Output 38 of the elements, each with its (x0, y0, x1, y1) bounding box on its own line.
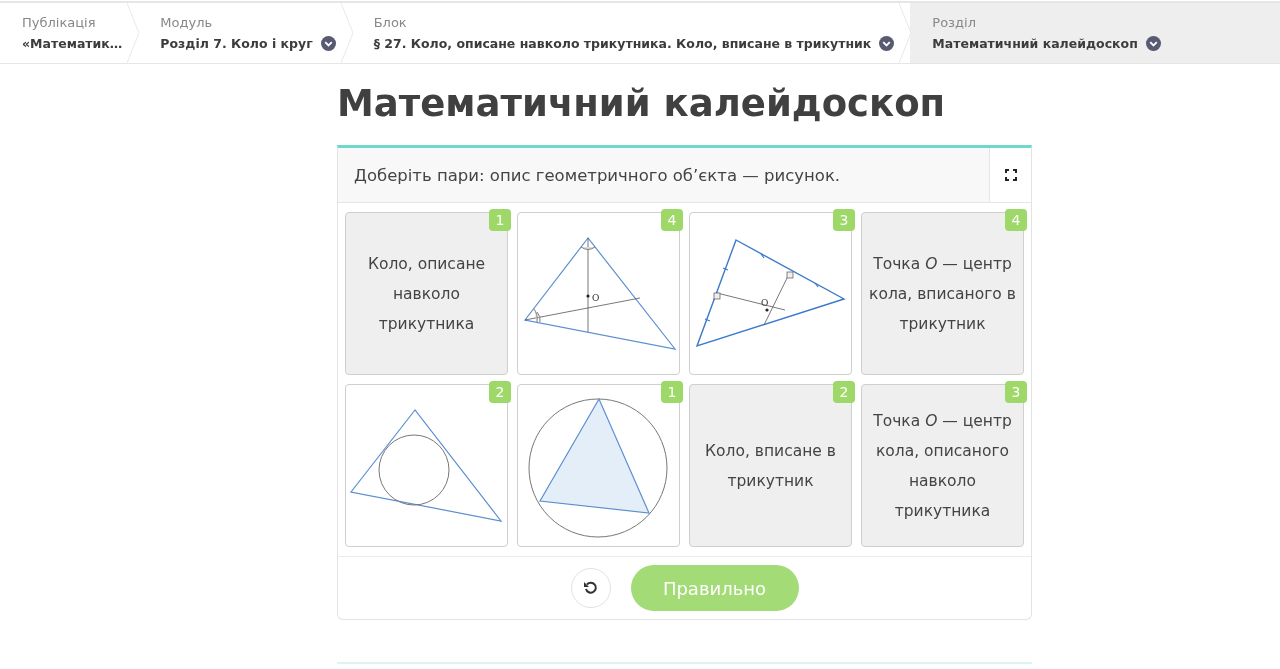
reset-icon (582, 580, 599, 596)
breadcrumb-item[interactable]: Розділ Математичний калейдоскоп (910, 3, 1280, 63)
number-badge: 2 (833, 381, 855, 403)
number-badge: 4 (661, 209, 683, 231)
point-label: O (761, 298, 769, 308)
card-text: Коло, описане навколо трикутника (366, 253, 487, 335)
number-badge: 2 (489, 381, 511, 403)
breadcrumb-label: Розділ (932, 15, 976, 30)
breadcrumb-label: Модуль (160, 15, 213, 30)
fullscreen-icon (1004, 169, 1017, 181)
figure-card[interactable]: O 4 (517, 212, 680, 375)
number-badge: 3 (1005, 381, 1027, 403)
figure-card[interactable]: O 3 (689, 212, 852, 375)
breadcrumb-label: Блок (373, 15, 407, 30)
number-badge: 1 (489, 209, 511, 231)
number-badge: 3 (833, 209, 855, 231)
breadcrumb-value: Розділ 7. Коло і круг (160, 36, 313, 51)
breadcrumb-label: Публікація (22, 15, 96, 30)
reset-button[interactable] (570, 568, 611, 608)
fullscreen-button[interactable] (989, 148, 1031, 202)
number-badge: 1 (661, 381, 683, 403)
answer-card[interactable]: Коло, описане навколо трикутника 1 (345, 212, 508, 375)
task-prompt: Доберіть пари: опис геометричного об’єкта — рисунок. (353, 164, 842, 187)
caret-icon[interactable] (320, 36, 336, 51)
caret-icon[interactable] (879, 36, 895, 51)
number-badge: 4 (1005, 209, 1027, 231)
answer-card[interactable]: Коло, вписане в трикутник 2 (689, 384, 852, 547)
card-text: Коло, вписане в трикутник (704, 440, 837, 492)
answer-card[interactable]: Точка O — центр кола, вписаного в трикутник 4 (861, 212, 1024, 375)
caret-icon[interactable] (1145, 36, 1161, 51)
breadcrumb-value: Математичний калейдоскоп (932, 36, 1138, 51)
breadcrumb-value: «Математик… (22, 36, 123, 51)
card-text: Точка O — центр кола, описаного навколо трикутника (872, 410, 1013, 522)
breadcrumb-value: § 27. Коло, описане навколо трикутника. Коло, вписане в трикутник (373, 36, 872, 51)
page-title: Математичний калейдоскоп (337, 82, 947, 125)
card-text: Точка O — центр кола, вписаного в трикутник (868, 253, 1017, 335)
answer-card[interactable]: Точка O — центр кола, описаного навколо трикутника 3 (861, 384, 1024, 547)
point-label: O (592, 293, 600, 303)
